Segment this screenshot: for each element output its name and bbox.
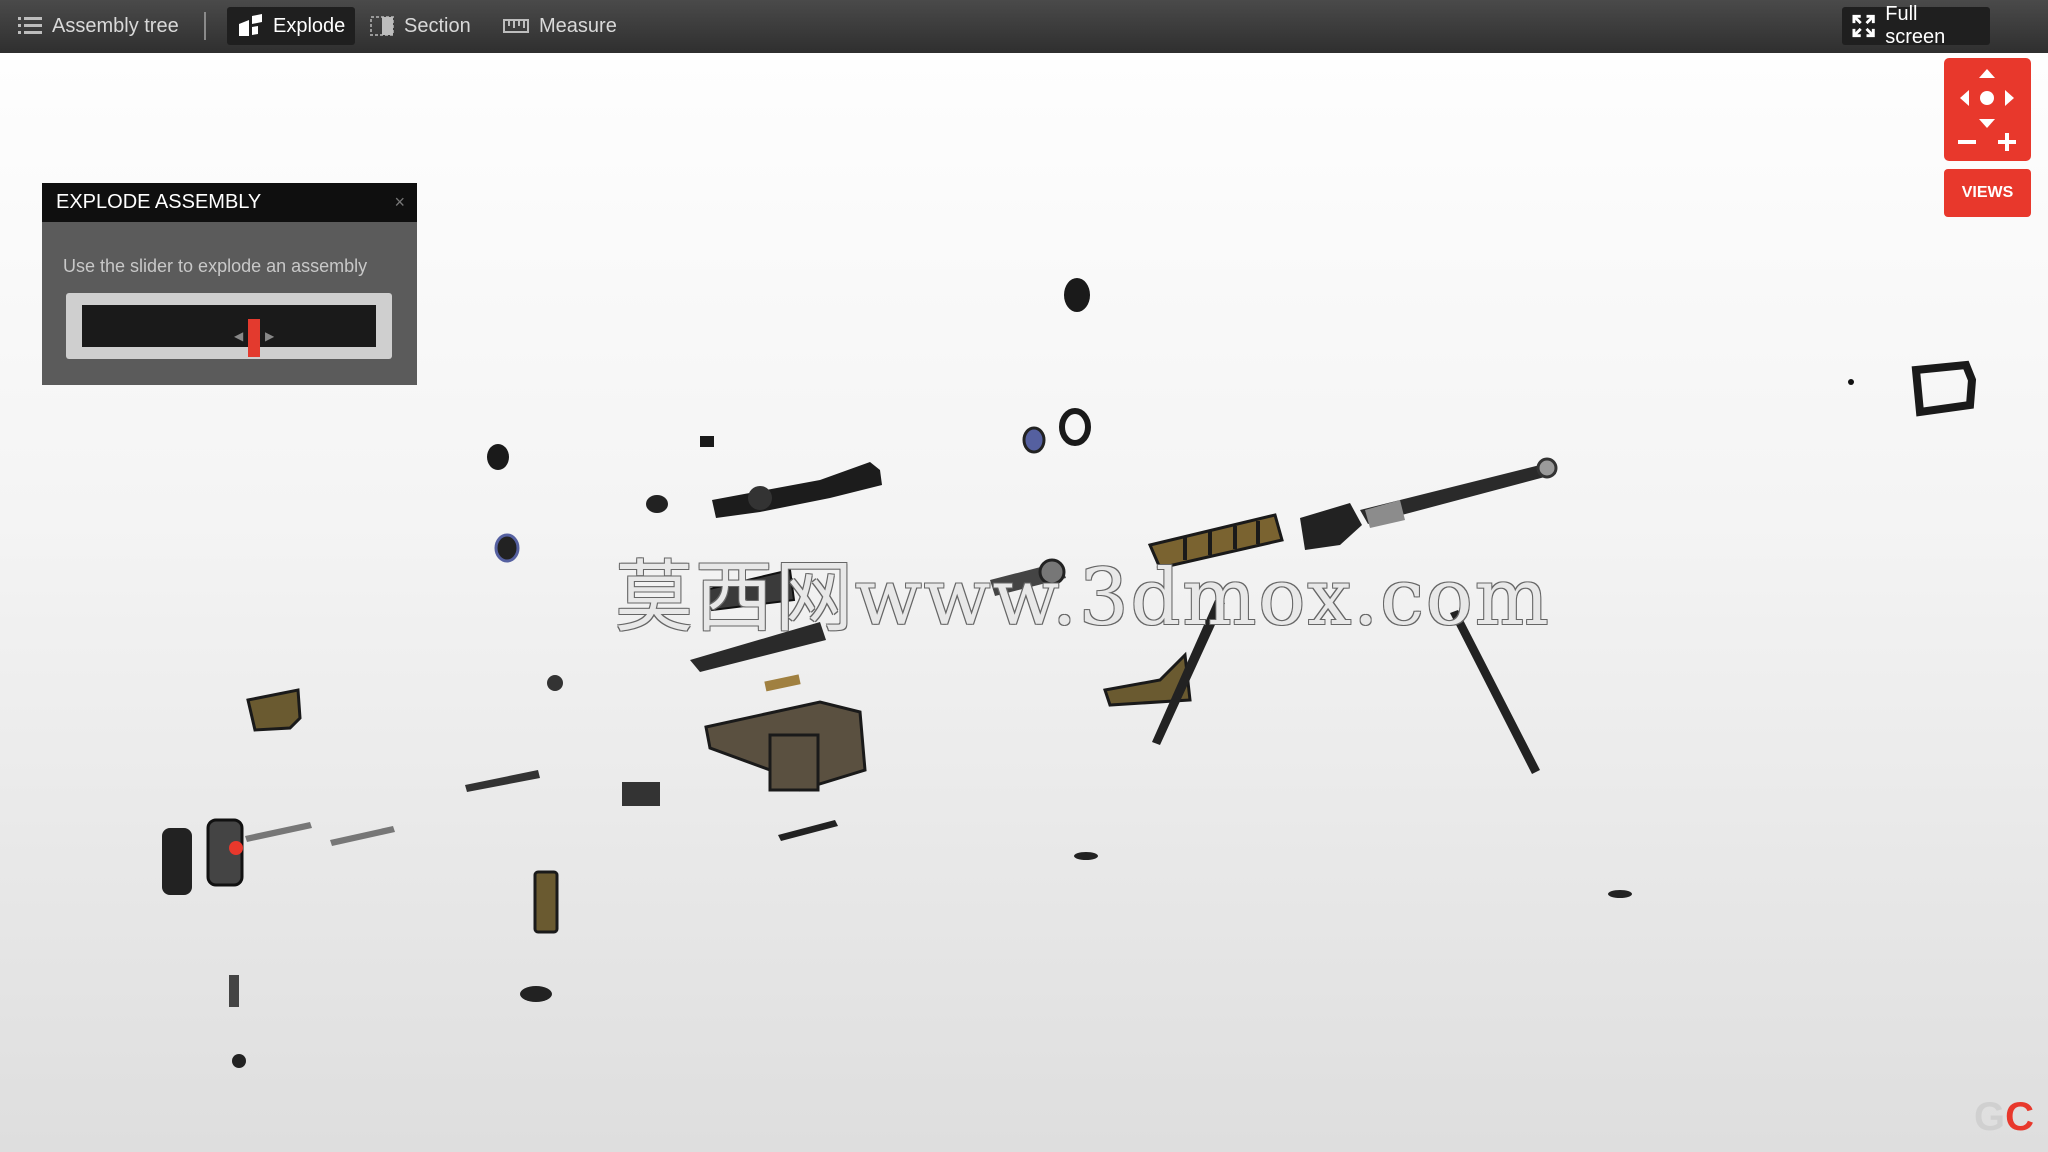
section-label: Section bbox=[404, 14, 471, 37]
watermark: 莫西网www.3dmox.com bbox=[615, 553, 1551, 643]
explode-slider[interactable]: ◀ ▶ bbox=[66, 293, 392, 359]
part-screw-2 bbox=[232, 1054, 246, 1068]
navigation-pad[interactable] bbox=[1944, 58, 2031, 161]
pan-arrows-icon[interactable] bbox=[1944, 58, 2031, 161]
close-icon[interactable]: × bbox=[394, 192, 405, 213]
part-knob-left bbox=[487, 444, 509, 470]
slider-track[interactable]: ◀ ▶ bbox=[82, 305, 376, 357]
part-trigger-rod bbox=[465, 770, 540, 792]
expand-icon bbox=[1852, 14, 1875, 38]
full-screen-button[interactable]: Full screen bbox=[1842, 3, 1990, 48]
explode-panel: EXPLODE ASSEMBLY × Use the slider to exp… bbox=[42, 183, 417, 385]
part-scope bbox=[712, 462, 882, 518]
part-screw-1 bbox=[547, 675, 563, 691]
assembly-tree-label: Assembly tree bbox=[52, 14, 179, 37]
full-screen-label: Full screen bbox=[1885, 3, 1946, 48]
part-magazine bbox=[768, 733, 820, 792]
part-spring bbox=[229, 975, 239, 1007]
part-rod-2 bbox=[330, 826, 395, 846]
toolbar-divider bbox=[204, 12, 206, 40]
part-scope-mount bbox=[1911, 360, 1977, 417]
slider-thumb[interactable] bbox=[248, 319, 260, 357]
explode-icon bbox=[239, 14, 262, 36]
part-knob-blue bbox=[494, 533, 520, 563]
part-small-cap bbox=[700, 436, 714, 447]
explode-button[interactable]: Explode bbox=[227, 7, 356, 45]
part-scope-ring bbox=[748, 486, 772, 510]
brand-logo: GC bbox=[1974, 1095, 2034, 1140]
section-icon bbox=[370, 16, 394, 36]
ruler-icon bbox=[503, 19, 529, 33]
assembly-tree-button[interactable]: Assembly tree bbox=[8, 7, 189, 45]
part-pin-2 bbox=[1608, 890, 1632, 898]
part-washer bbox=[520, 986, 552, 1002]
part-top-cap bbox=[1064, 278, 1090, 312]
brand-letter-c: C bbox=[2005, 1095, 2035, 1139]
part-lens bbox=[1022, 426, 1046, 454]
views-button[interactable]: VIEWS bbox=[1944, 169, 2031, 217]
part-muzzle bbox=[1536, 457, 1558, 479]
panel-title: EXPLODE ASSEMBLY bbox=[56, 191, 262, 213]
zoom-out-icon[interactable] bbox=[1958, 140, 1976, 144]
panel-header: EXPLODE ASSEMBLY × bbox=[42, 183, 417, 222]
section-button[interactable]: Section bbox=[360, 7, 481, 45]
part-grip bbox=[533, 870, 559, 934]
part-gold-pin bbox=[764, 674, 801, 692]
slider-arrow-left-icon: ◀ bbox=[234, 329, 244, 343]
part-small-knob bbox=[646, 495, 668, 513]
model-parts bbox=[162, 278, 1977, 1068]
zoom-in-icon[interactable] bbox=[1998, 133, 2016, 151]
part-butt-pad bbox=[162, 828, 192, 895]
list-icon bbox=[18, 17, 42, 34]
part-rod-1 bbox=[245, 822, 312, 842]
part-cheek-rest bbox=[246, 688, 302, 732]
measure-button[interactable]: Measure bbox=[493, 7, 627, 45]
slider-arrow-right-icon: ▶ bbox=[265, 329, 275, 343]
panel-hint: Use the slider to explode an assembly bbox=[63, 256, 368, 276]
part-flat-bar bbox=[778, 820, 838, 841]
measure-label: Measure bbox=[539, 14, 617, 37]
toolbar: Assembly tree Explode Section Measure Fu… bbox=[0, 0, 2048, 53]
brand-letter-g: G bbox=[1974, 1095, 2006, 1139]
part-trigger-block bbox=[622, 782, 660, 806]
part-pin-1 bbox=[1074, 852, 1098, 860]
part-ring bbox=[1059, 408, 1091, 446]
explode-label: Explode bbox=[273, 14, 346, 37]
